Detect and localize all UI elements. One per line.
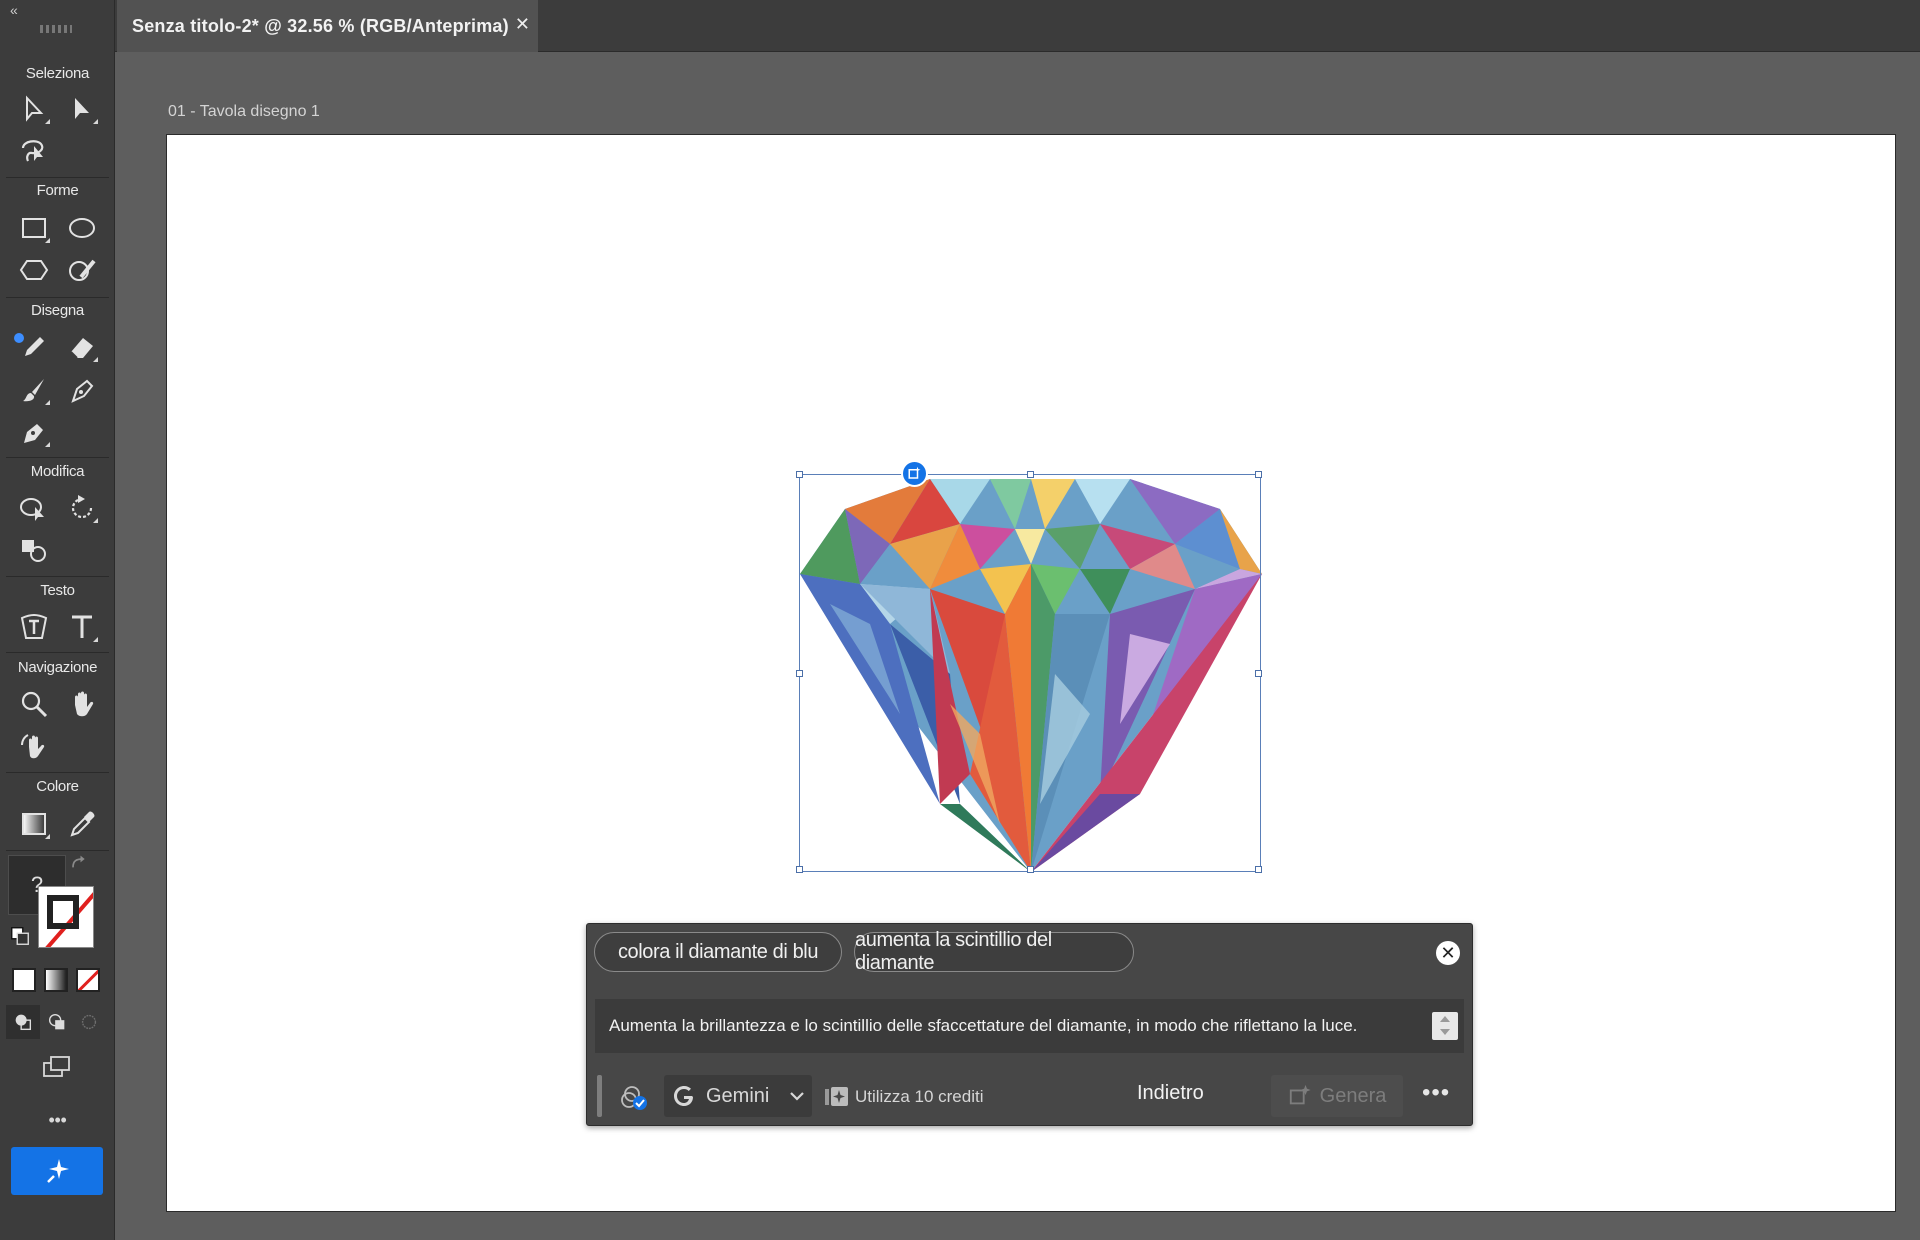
document-tab-title: Senza titolo-2* @ 32.56 % (RGB/Anteprima… (132, 15, 509, 36)
shape-builder-tool-icon[interactable] (14, 489, 54, 527)
panel-drag-handle[interactable] (597, 1075, 602, 1117)
panel-footer: Gemini Utilizza 10 crediti Indietro Gene… (587, 1071, 1472, 1123)
section-label-shapes: Forme (36, 182, 79, 199)
section-label-draw: Disegna (31, 302, 84, 319)
document-tab[interactable]: Senza titolo-2* @ 32.56 % (RGB/Anteprima… (117, 0, 538, 52)
resize-handle-bottom-left[interactable] (796, 866, 803, 873)
collapse-panel-icon[interactable]: « (10, 2, 18, 18)
gradient-tool-icon[interactable] (14, 805, 54, 843)
shaper-tool-icon[interactable] (62, 251, 102, 289)
generative-image-icon (908, 466, 921, 479)
close-tab-icon[interactable]: ✕ (515, 14, 530, 35)
zoom-tool-icon[interactable] (14, 685, 54, 723)
prompt-scroll-stepper[interactable] (1432, 1012, 1458, 1040)
more-options-button[interactable]: ••• (1422, 1079, 1450, 1107)
selection-tool-icon[interactable] (14, 90, 54, 128)
generated-content-badge[interactable] (901, 460, 928, 487)
type-on-path-tool-icon[interactable] (14, 608, 54, 646)
rotate-tool-icon[interactable] (62, 489, 102, 527)
pen-tool-icon[interactable] (14, 413, 54, 451)
tools-panel: « Seleziona Forme Disegna Modifica Testo… (0, 0, 115, 1240)
credits-icon (825, 1087, 848, 1106)
generate-button[interactable]: Genera (1271, 1075, 1403, 1117)
selection-bounding-box[interactable] (796, 471, 1262, 873)
panel-grip[interactable] (40, 25, 72, 33)
default-colors-icon[interactable] (6, 922, 34, 950)
resize-handle-bottom[interactable] (1027, 866, 1034, 873)
screen-mode-icon[interactable] (36, 1048, 76, 1086)
section-label-color: Colore (36, 778, 79, 795)
paintbrush-tool-icon[interactable] (14, 371, 54, 409)
blob-brush-tool-icon[interactable] (62, 371, 102, 409)
section-label-navigation: Navigazione (17, 659, 98, 676)
direct-selection-tool-icon[interactable] (62, 90, 102, 128)
color-mode-button[interactable] (12, 968, 36, 992)
google-g-icon (674, 1086, 693, 1106)
prompt-input[interactable]: Aumenta la brillantezza e lo scintillio … (595, 999, 1464, 1053)
generative-prompt-panel: colora il diamante di blu aumenta la sci… (586, 923, 1473, 1126)
credits-label: Utilizza 10 crediti (855, 1087, 984, 1106)
pencil-tool-icon[interactable] (14, 328, 54, 366)
draw-behind-icon[interactable] (40, 1005, 74, 1039)
resize-handle-top-right[interactable] (1255, 471, 1262, 478)
eyedropper-tool-icon[interactable] (62, 805, 102, 843)
draw-inside-icon[interactable] (72, 1005, 106, 1039)
resize-handle-right[interactable] (1255, 670, 1262, 677)
eraser-tool-icon[interactable] (62, 328, 102, 366)
back-button[interactable]: Indietro (1137, 1082, 1204, 1105)
prompt-text: Aumenta la brillantezza e lo scintillio … (609, 1016, 1358, 1035)
chevron-down-icon (790, 1092, 805, 1101)
generate-image-icon (1289, 1084, 1311, 1105)
rectangle-tool-icon[interactable] (14, 209, 54, 247)
none-mode-button[interactable] (76, 968, 100, 992)
suggestion-chip-blue[interactable]: colora il diamante di blu (594, 932, 842, 972)
resize-handle-bottom-right[interactable] (1255, 866, 1262, 873)
rotate-view-tool-icon[interactable] (14, 727, 54, 765)
polygon-tool-icon[interactable] (14, 251, 54, 289)
resize-handle-top[interactable] (1027, 471, 1034, 478)
resize-handle-left[interactable] (796, 670, 803, 677)
resize-handle-top-left[interactable] (796, 471, 803, 478)
suggestion-chip-sparkle[interactable]: aumenta la scintillio del diamante (854, 929, 1134, 974)
document-tab-bar: Senza titolo-2* @ 32.56 % (RGB/Anteprima… (115, 0, 1920, 52)
model-selector[interactable]: Gemini (664, 1075, 812, 1117)
generative-ai-button[interactable] (11, 1147, 103, 1195)
section-label-text: Testo (40, 582, 75, 599)
close-panel-icon[interactable]: ✕ (1436, 941, 1460, 965)
artboard-label[interactable]: 01 - Tavola disegno 1 (168, 103, 320, 121)
credits-info: Utilizza 10 crediti (823, 1086, 984, 1108)
hand-tool-icon[interactable] (62, 685, 102, 723)
section-label-select: Seleziona (25, 65, 90, 82)
content-credentials-icon[interactable] (619, 1082, 651, 1114)
model-label: Gemini (706, 1084, 770, 1107)
stroke-color-swatch[interactable] (38, 886, 94, 948)
type-tool-icon[interactable] (62, 608, 102, 646)
swap-colors-icon[interactable] (66, 852, 90, 876)
generate-label: Genera (1319, 1084, 1387, 1107)
sparkle-icon (47, 1159, 69, 1183)
section-label-modify: Modifica (30, 463, 85, 480)
lasso-selection-tool-icon[interactable] (14, 132, 54, 170)
gradient-mode-button[interactable] (44, 968, 68, 992)
more-tools-button[interactable]: ••• (0, 1110, 115, 1131)
draw-normal-icon[interactable] (6, 1005, 40, 1039)
ellipse-tool-icon[interactable] (62, 209, 102, 247)
shape-modes-tool-icon[interactable] (14, 531, 54, 569)
